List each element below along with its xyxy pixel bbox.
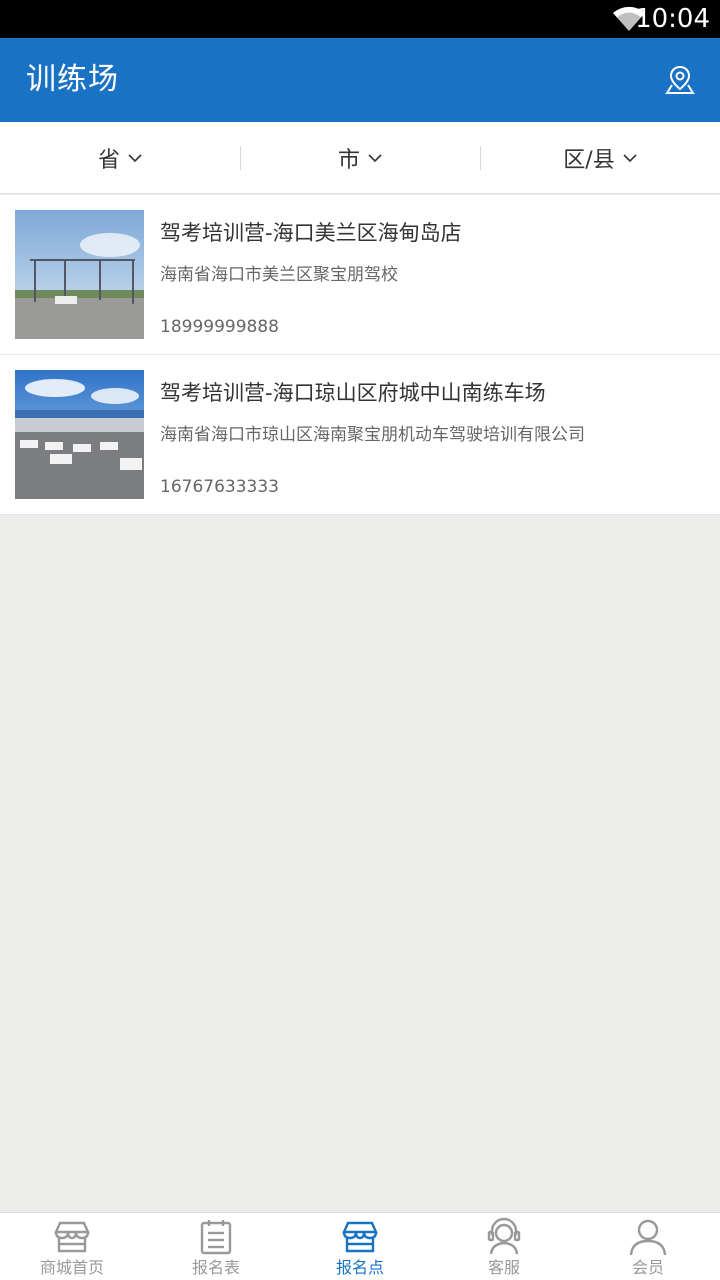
chevron-down-icon <box>368 153 382 162</box>
item-name: 驾考培训营-海口琼山区府城中山南练车场 <box>160 381 546 405</box>
chevron-down-icon <box>128 153 142 162</box>
tab-registration-form[interactable]: 报名表 <box>144 1213 288 1280</box>
status-time: 10:04 <box>635 4 710 34</box>
app-bar: 训练场 <box>0 38 720 122</box>
filter-bar: 省 市 区/县 <box>0 122 720 194</box>
tab-label: 会员 <box>631 1258 664 1277</box>
tab-member[interactable]: 会员 <box>576 1213 720 1280</box>
tab-registration-point[interactable]: 报名点 <box>288 1213 432 1280</box>
filter-district[interactable]: 区/县 <box>480 122 720 193</box>
item-phone[interactable]: 18999999888 <box>160 315 279 339</box>
tab-label: 报名表 <box>191 1258 240 1277</box>
filter-label: 省 <box>97 147 120 173</box>
user-icon <box>629 1219 667 1256</box>
tab-mall-home[interactable]: 商城首页 <box>0 1213 144 1280</box>
tab-label: 客服 <box>487 1258 520 1277</box>
training-ground-list: 驾考培训营-海口美兰区海甸岛店 海南省海口市美兰区聚宝朋驾校 189999998… <box>0 195 720 515</box>
list-item[interactable]: 驾考培训营-海口琼山区府城中山南练车场 海南省海口市琼山区海南聚宝朋机动车驾驶培… <box>0 355 720 515</box>
item-name: 驾考培训营-海口美兰区海甸岛店 <box>160 221 462 245</box>
clipboard-icon <box>200 1220 232 1255</box>
map-pin-icon <box>665 65 695 94</box>
store-icon <box>342 1221 378 1253</box>
page-title: 训练场 <box>26 62 119 97</box>
filter-province[interactable]: 省 <box>0 122 240 193</box>
location-button[interactable] <box>658 58 702 102</box>
store-icon <box>54 1221 90 1253</box>
item-phone[interactable]: 16767633333 <box>160 475 279 499</box>
filter-label: 区/县 <box>563 147 615 173</box>
chevron-down-icon <box>623 153 637 162</box>
thumbnail-image <box>15 370 144 499</box>
status-bar: 10:04 <box>0 0 720 38</box>
headset-icon <box>487 1217 521 1255</box>
item-address: 海南省海口市美兰区聚宝朋驾校 <box>160 265 398 285</box>
filter-label: 市 <box>337 147 360 173</box>
bottom-tab-bar: 商城首页 报名表 报名点 客服 会员 <box>0 1212 720 1280</box>
thumbnail-image <box>15 210 144 339</box>
tab-customer-service[interactable]: 客服 <box>432 1213 576 1280</box>
tab-label: 报名点 <box>335 1258 384 1277</box>
list-item[interactable]: 驾考培训营-海口美兰区海甸岛店 海南省海口市美兰区聚宝朋驾校 189999998… <box>0 195 720 355</box>
item-address: 海南省海口市琼山区海南聚宝朋机动车驾驶培训有限公司 <box>160 425 585 445</box>
tab-label: 商城首页 <box>39 1258 104 1277</box>
filter-city[interactable]: 市 <box>240 122 480 193</box>
